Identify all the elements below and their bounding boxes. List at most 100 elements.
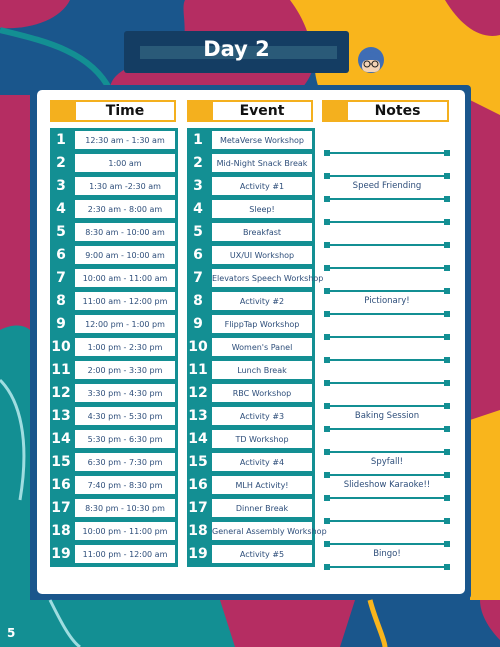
note-text: Spyfall! (370, 457, 404, 467)
row-number: 10 (188, 339, 208, 355)
time-row: 19 11:00 pm - 12:00 am (50, 543, 176, 566)
time-cell: 7:40 pm - 8:30 pm (74, 475, 176, 495)
event-cell: Sleep! (211, 199, 313, 219)
note-line[interactable] (324, 265, 450, 271)
event-row: 10 Women's Panel (187, 336, 313, 359)
event-row: 8 Activity #2 (187, 290, 313, 313)
time-row: 13 4:30 pm - 5:30 pm (50, 405, 176, 428)
row-number: 14 (51, 431, 71, 447)
time-header-label: Time (105, 103, 145, 119)
time-cell: 9:00 am - 10:00 am (74, 245, 176, 265)
note-line[interactable] (324, 288, 450, 294)
event-row: 14 TD Workshop (187, 428, 313, 451)
row-number: 9 (56, 316, 66, 332)
note-line[interactable] (324, 173, 450, 179)
row-number: 7 (56, 270, 66, 286)
time-cell: 11:00 pm - 12:00 am (74, 544, 176, 564)
row-number: 2 (56, 155, 66, 171)
time-cell: 1:00 pm - 2:30 pm (74, 337, 176, 357)
row-number: 17 (188, 500, 208, 516)
row-number: 15 (188, 454, 208, 470)
time-row: 4 2:30 am - 8:00 am (50, 198, 176, 221)
event-cell: Activity #4 (211, 452, 313, 472)
note-line[interactable] (324, 196, 450, 202)
row-number: 12 (51, 385, 71, 401)
time-header: Time (50, 100, 176, 122)
day-title-banner: Day 2 (124, 31, 349, 73)
event-cell: Women's Panel (211, 337, 313, 357)
note-line[interactable] (324, 357, 450, 363)
time-row: 17 8:30 pm - 10:30 pm (50, 497, 176, 520)
note-line[interactable] (324, 150, 450, 156)
note-line[interactable] (324, 564, 450, 570)
row-number: 8 (56, 293, 66, 309)
row-number: 19 (188, 546, 208, 562)
time-row: 3 1:30 am -2:30 am (50, 175, 176, 198)
row-number: 3 (193, 178, 203, 194)
event-cell: TD Workshop (211, 429, 313, 449)
row-number: 19 (51, 546, 71, 562)
time-row: 10 1:00 pm - 2:30 pm (50, 336, 176, 359)
note-line[interactable] (324, 495, 450, 501)
note-line[interactable] (324, 219, 450, 225)
event-row: 6 UX/UI Workshop (187, 244, 313, 267)
notes-header: Notes (322, 100, 449, 122)
event-cell: Dinner Break (211, 498, 313, 518)
event-cell: MetaVerse Workshop (211, 130, 313, 150)
time-row: 5 8:30 am - 10:00 am (50, 221, 176, 244)
event-cell: Lunch Break (211, 360, 313, 380)
row-number: 4 (56, 201, 66, 217)
event-row: 17 Dinner Break (187, 497, 313, 520)
row-number: 16 (51, 477, 71, 493)
time-cell: 1:30 am -2:30 am (74, 176, 176, 196)
note-line[interactable] (324, 242, 450, 248)
event-row: 3 Activity #1 (187, 175, 313, 198)
note-line[interactable] (324, 472, 450, 478)
note-text: Pictionary! (364, 296, 410, 306)
time-cell: 3:30 pm - 4:30 pm (74, 383, 176, 403)
row-number: 8 (193, 293, 203, 309)
event-row: 1 MetaVerse Workshop (187, 129, 313, 152)
header-accent (189, 102, 213, 120)
time-cell: 5:30 pm - 6:30 pm (74, 429, 176, 449)
note-line[interactable] (324, 380, 450, 386)
row-number: 4 (193, 201, 203, 217)
note-line[interactable] (324, 334, 450, 340)
time-rows: 1 12:30 am - 1:30 am 2 1:00 am 3 1:30 am -2:3… (50, 128, 178, 567)
time-cell: 6:30 pm - 7:30 pm (74, 452, 176, 472)
note-text: Baking Session (354, 411, 420, 421)
row-number: 12 (188, 385, 208, 401)
header-accent (52, 102, 76, 120)
event-cell: UX/UI Workshop (211, 245, 313, 265)
note-line[interactable] (324, 311, 450, 317)
row-number: 11 (188, 362, 208, 378)
time-row: 1 12:30 am - 1:30 am (50, 129, 176, 152)
event-row: 16 MLH Activity! (187, 474, 313, 497)
note-text: Bingo! (373, 549, 401, 559)
event-header: Event (187, 100, 313, 122)
time-row: 8 11:00 am - 12:00 pm (50, 290, 176, 313)
note-line[interactable] (324, 403, 450, 409)
event-row: 15 Activity #4 (187, 451, 313, 474)
row-number: 1 (56, 132, 66, 148)
note-line[interactable] (324, 426, 450, 432)
row-number: 3 (56, 178, 66, 194)
row-number: 14 (188, 431, 208, 447)
time-row: 6 9:00 am - 10:00 am (50, 244, 176, 267)
event-cell: Mid-Night Snack Break (211, 153, 313, 173)
row-number: 13 (51, 408, 71, 424)
event-row: 9 FlippTap Workshop (187, 313, 313, 336)
time-cell: 11:00 am - 12:00 pm (74, 291, 176, 311)
row-number: 6 (193, 247, 203, 263)
note-line[interactable] (324, 449, 450, 455)
note-line[interactable] (324, 518, 450, 524)
time-cell: 1:00 am (74, 153, 176, 173)
page-title: Day 2 (203, 37, 270, 61)
event-cell: Activity #2 (211, 291, 313, 311)
row-number: 16 (188, 477, 208, 493)
row-number: 18 (51, 523, 71, 539)
row-number: 9 (193, 316, 203, 332)
note-line[interactable] (324, 541, 450, 547)
note-text: Speed Friending (352, 181, 422, 191)
row-number: 17 (51, 500, 71, 516)
